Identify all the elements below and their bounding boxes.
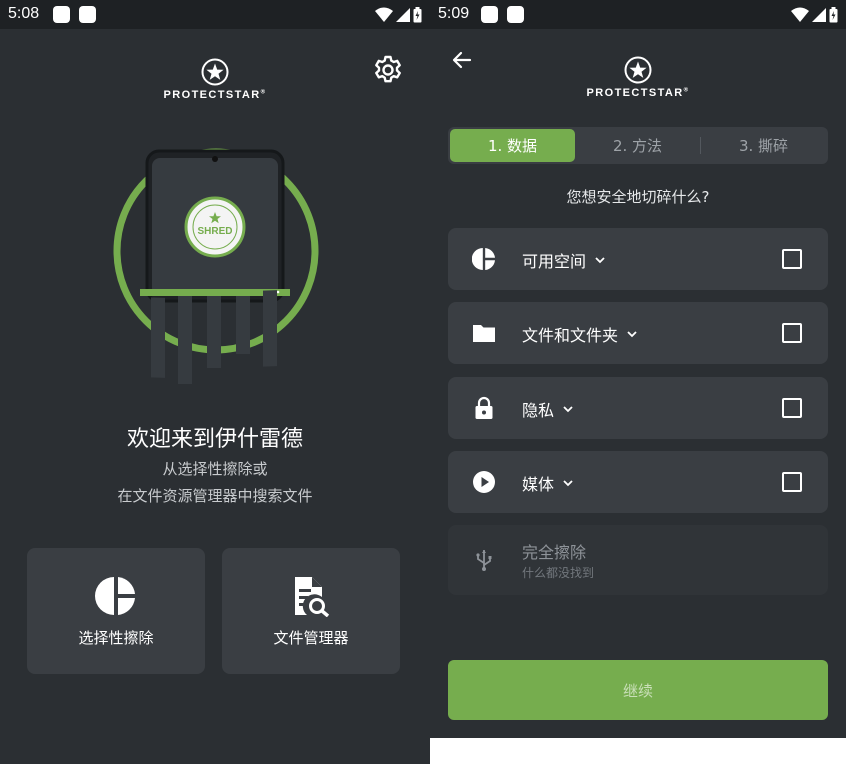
status-time: 5:08 [8,5,40,22]
welcome-line-2: 在文件资源管理器中搜索文件 [117,487,313,505]
chevron-down-icon[interactable] [562,477,574,489]
brand-name: PROTECTSTAR® [586,87,690,99]
file-manager-tile[interactable]: 文件管理器 [222,548,400,674]
option-checkbox[interactable] [782,472,802,492]
status-bar: 5:09 [430,0,846,29]
file-search-icon [295,576,330,617]
shredder-phone-illustration: SHRED [113,148,319,384]
chevron-down-icon[interactable] [562,403,574,415]
selective-wipe-tile[interactable]: 选择性擦除 [27,548,205,674]
notification-icon [79,6,96,23]
welcome-line-1: 从选择性擦除或 [162,460,268,478]
option-checkbox[interactable] [782,398,802,418]
option-free-space[interactable]: 可用空间 [448,228,828,290]
notification-icon [481,6,498,23]
continue-button[interactable]: 继续 [448,660,828,720]
option-label-text: 文件和文件夹 [522,326,619,345]
brand-logo: PROTECTSTAR® [140,58,290,101]
option-label: 文件和文件夹 [522,322,638,346]
option-label: 媒体 [522,471,574,495]
tab-step-data[interactable]: 1. 数据 [450,129,575,162]
chevron-down-icon[interactable] [626,328,638,340]
wifi-icon [791,7,809,22]
option-label-text: 媒体 [522,475,555,494]
brand-logo: PROTECTSTAR® [563,56,713,99]
pie-chart-icon [472,248,495,270]
option-checkbox[interactable] [782,249,802,269]
signal-icon [812,7,826,22]
status-icons [375,6,422,23]
full-wipe-subtitle: 什么都没找到 [522,566,595,580]
notification-icon [507,6,524,23]
wifi-icon [375,7,393,22]
status-time: 5:09 [438,5,470,22]
signal-icon [396,7,410,22]
option-label-text: 隐私 [522,401,555,420]
tab-step-method[interactable]: 2. 方法 [575,129,700,162]
play-icon [473,471,495,493]
folder-icon [473,325,495,342]
option-label-text: 可用空间 [522,252,587,271]
question-text: 您想安全地切碎什么? [566,188,710,206]
option-files-folders[interactable]: 文件和文件夹 [448,302,828,364]
back-arrow-icon[interactable] [450,48,474,72]
full-wipe-label: 完全擦除 [522,543,587,562]
notification-icon [53,6,70,23]
data-selection-screen: 5:09 PROTECTSTAR® 1. 数据 2. 方法 3. 撕碎 您想安全… [430,0,846,738]
status-icons [791,6,838,23]
welcome-title: 欢迎来到伊什雷德 [126,427,303,452]
status-bar: 5:08 [0,0,430,29]
option-full-wipe: 完全擦除 什么都没找到 [448,525,828,595]
option-label: 隐私 [522,397,574,421]
step-tabs: 1. 数据 2. 方法 3. 撕碎 [448,127,828,164]
usb-icon [476,550,492,571]
chevron-down-icon[interactable] [594,254,606,266]
lock-icon [475,396,493,419]
home-screen: 5:08 PROTECTSTAR® SHRED 欢迎来到伊什雷德 从选择性擦除或… [0,0,430,764]
shred-badge-text: SHRED [197,226,232,237]
selective-wipe-label: 选择性擦除 [78,628,154,647]
brand-name: PROTECTSTAR® [163,89,267,101]
tab-step-shred[interactable]: 3. 撕碎 [701,129,826,162]
settings-gear-icon[interactable] [372,54,404,86]
pie-chart-icon [95,576,135,615]
star-logo-icon [201,58,229,86]
star-logo-icon [624,56,652,84]
option-privacy[interactable]: 隐私 [448,377,828,439]
battery-icon [413,6,422,22]
option-label: 可用空间 [522,248,606,272]
option-checkbox[interactable] [782,323,802,343]
battery-icon [829,6,838,22]
option-media[interactable]: 媒体 [448,451,828,513]
file-manager-label: 文件管理器 [273,628,349,647]
